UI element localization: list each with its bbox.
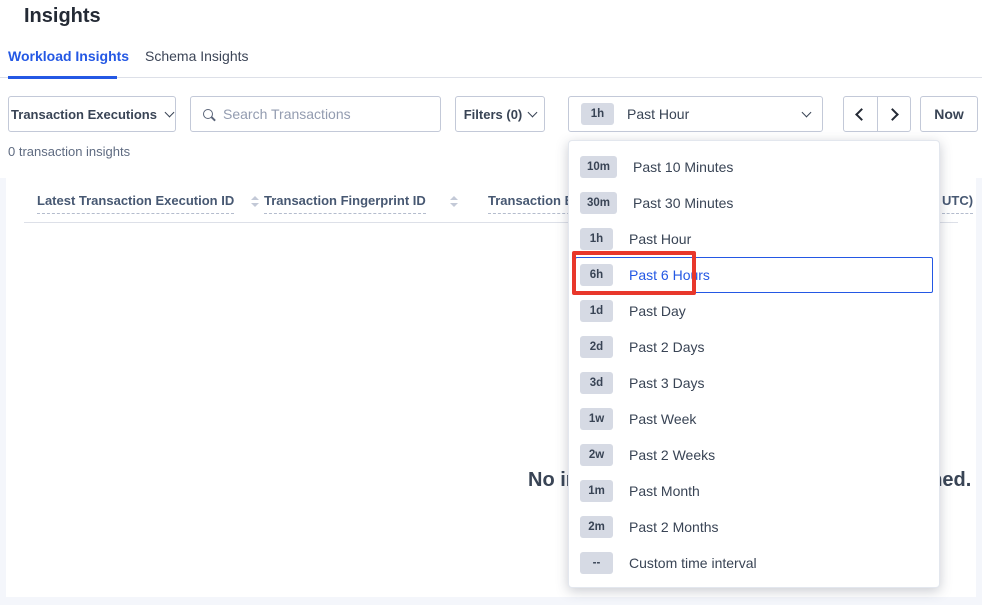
- time-nav-group: [843, 96, 911, 132]
- sort-icon[interactable]: [251, 196, 259, 207]
- tab-workload-insights[interactable]: Workload Insights: [8, 48, 129, 64]
- column-header-start-time-utc[interactable]: UTC): [942, 193, 973, 214]
- next-interval-button[interactable]: [877, 97, 911, 131]
- menu-item-past-week[interactable]: 1w Past Week: [575, 401, 933, 437]
- chevron-right-icon: [886, 108, 899, 121]
- menu-item-past-day[interactable]: 1d Past Day: [575, 293, 933, 329]
- chevron-down-icon: [165, 107, 175, 117]
- workload-type-label: Transaction Executions: [11, 107, 157, 122]
- chevron-left-icon: [855, 108, 868, 121]
- search-icon: [203, 109, 213, 119]
- search-container[interactable]: [190, 96, 441, 132]
- menu-item-past-6-hours[interactable]: 6h Past 6 Hours: [575, 257, 933, 293]
- tab-schema-insights[interactable]: Schema Insights: [145, 48, 249, 64]
- chevron-down-icon: [802, 107, 812, 117]
- search-input[interactable]: [223, 106, 428, 122]
- filters-label: Filters (0): [464, 107, 523, 122]
- page-title: Insights: [24, 5, 101, 28]
- sort-icon[interactable]: [450, 196, 458, 207]
- time-interval-dropdown-menu: 10m Past 10 Minutes 30m Past 30 Minutes …: [568, 140, 940, 588]
- previous-interval-button[interactable]: [844, 97, 877, 131]
- tab-bar: Workload Insights Schema Insights: [0, 44, 982, 79]
- now-label: Now: [934, 106, 964, 122]
- filters-button[interactable]: Filters (0): [455, 96, 545, 132]
- menu-item-custom-time-interval[interactable]: -- Custom time interval: [575, 545, 933, 581]
- time-interval-label: Past Hour: [627, 106, 803, 122]
- workload-type-dropdown-button[interactable]: Transaction Executions: [8, 96, 176, 132]
- now-button[interactable]: Now: [920, 96, 978, 132]
- menu-item-past-month[interactable]: 1m Past Month: [575, 473, 933, 509]
- time-interval-selector[interactable]: 1h Past Hour: [568, 96, 823, 132]
- column-header-transaction-fingerprint-id[interactable]: Transaction Fingerprint ID: [264, 193, 458, 214]
- active-tab-underline: [8, 76, 117, 79]
- tabs-divider: [0, 77, 982, 78]
- insights-count: 0 transaction insights: [8, 144, 130, 159]
- column-header-latest-transaction-execution-id[interactable]: Latest Transaction Execution ID: [37, 193, 259, 214]
- menu-item-past-30-minutes[interactable]: 30m Past 30 Minutes: [575, 185, 933, 221]
- menu-item-past-2-days[interactable]: 2d Past 2 Days: [575, 329, 933, 365]
- menu-item-past-hour[interactable]: 1h Past Hour: [575, 221, 933, 257]
- time-interval-badge: 1h: [581, 103, 614, 125]
- menu-item-past-10-minutes[interactable]: 10m Past 10 Minutes: [575, 149, 933, 185]
- menu-item-past-2-months[interactable]: 2m Past 2 Months: [575, 509, 933, 545]
- card-right-gutter: [976, 178, 982, 605]
- menu-item-past-3-days[interactable]: 3d Past 3 Days: [575, 365, 933, 401]
- menu-item-past-2-weeks[interactable]: 2w Past 2 Weeks: [575, 437, 933, 473]
- column-header-transaction-execution[interactable]: Transaction Ex: [488, 193, 580, 214]
- card-bottom-gutter: [0, 597, 982, 605]
- chevron-down-icon: [528, 107, 538, 117]
